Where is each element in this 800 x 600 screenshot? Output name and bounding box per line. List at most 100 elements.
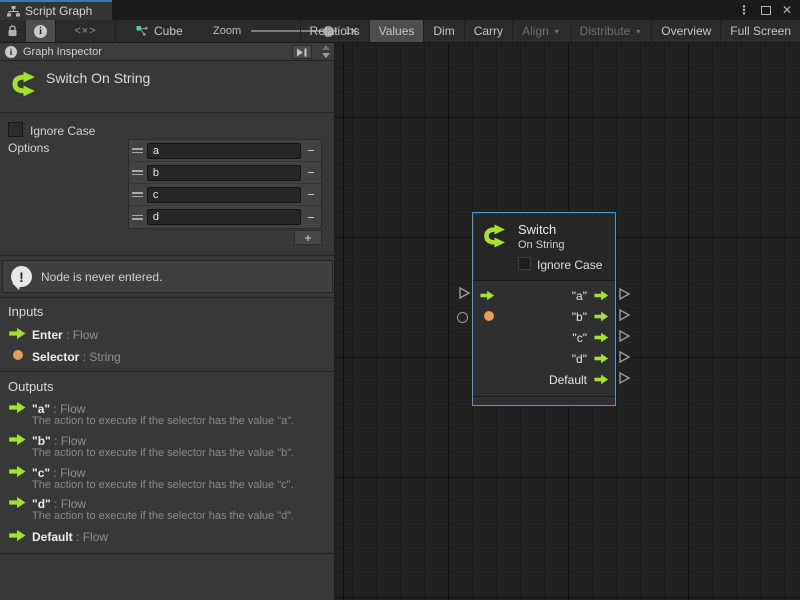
output-description: The action to execute if the selector ha…: [32, 510, 294, 522]
lock-button[interactable]: [0, 20, 26, 42]
output-description: The action to execute if the selector ha…: [32, 447, 294, 459]
node-ignore-case-label: Ignore Case: [537, 258, 602, 272]
graph-canvas[interactable]: Switch On String Ignore Case "a" "b" "c"…: [335, 43, 800, 600]
drag-handle-icon[interactable]: [129, 192, 147, 197]
flow-port-icon[interactable]: [593, 353, 610, 364]
carry-button[interactable]: Carry: [464, 20, 512, 42]
switch-icon: [8, 69, 38, 99]
flow-port-icon: [8, 327, 27, 340]
window-controls: ⋮ ✕: [738, 0, 792, 20]
info-icon: i: [34, 25, 47, 38]
values-button[interactable]: Values: [369, 20, 424, 42]
fullscreen-button[interactable]: Full Screen: [720, 20, 800, 42]
node-header[interactable]: Switch On String Ignore Case: [473, 213, 615, 281]
tab-script-graph[interactable]: Script Graph: [0, 0, 112, 20]
node-subtitle: On String: [518, 239, 564, 251]
external-flow-port-icon[interactable]: [618, 329, 631, 343]
breadcrumb-label: Cube: [154, 24, 183, 38]
window-maximize-icon[interactable]: [761, 6, 771, 15]
flow-port-icon: [8, 529, 27, 542]
port-label: "a": [572, 289, 587, 303]
dock-icon: [297, 48, 308, 57]
port-label: "c": [572, 331, 587, 345]
node-ports: "a" "b" "c" "d" Default: [473, 281, 615, 390]
option-field[interactable]: [147, 165, 301, 181]
divider: [0, 297, 334, 298]
divider: [0, 255, 334, 256]
window-menu-icon[interactable]: ⋮: [738, 3, 750, 17]
flow-port-icon: [8, 401, 27, 414]
external-flow-port-icon[interactable]: [618, 350, 631, 364]
list-item: −: [129, 206, 321, 228]
external-value-port-icon[interactable]: [457, 312, 468, 323]
option-field[interactable]: [147, 209, 301, 225]
flow-port-icon[interactable]: [593, 311, 610, 322]
chevron-down-icon: ▼: [553, 27, 561, 34]
flow-port-icon: [8, 433, 27, 446]
node-footer: [473, 396, 615, 405]
flow-port-icon[interactable]: [593, 332, 610, 343]
toolbar-right-group: Relations Values Dim Carry Align▼ Distri…: [300, 20, 800, 42]
flow-port-icon: [8, 496, 27, 509]
selector-value-port-icon[interactable]: [484, 311, 494, 321]
scroll-arrows: [322, 45, 330, 58]
graph-icon: [7, 6, 20, 17]
flow-port-icon[interactable]: [593, 374, 610, 385]
add-option-button[interactable]: +: [294, 230, 322, 245]
variables-button[interactable]: <×>: [56, 20, 116, 42]
window-close-icon[interactable]: ✕: [782, 3, 792, 17]
input-row: SelectorString: [32, 348, 121, 366]
warning-box: ! Node is never entered.: [2, 260, 333, 293]
output-description: The action to execute if the selector ha…: [32, 415, 294, 427]
remove-option-button[interactable]: −: [301, 210, 321, 225]
inspector-header-label: Graph Inspector: [23, 46, 102, 58]
remove-option-button[interactable]: −: [301, 165, 321, 180]
outputs-header: Outputs: [8, 379, 54, 394]
port-row: "d": [473, 348, 615, 369]
scroll-up-icon[interactable]: [322, 45, 330, 50]
ignore-case-checkbox[interactable]: [8, 122, 23, 137]
breadcrumb[interactable]: Cube: [136, 20, 183, 42]
external-flow-port-icon[interactable]: [618, 308, 631, 322]
scroll-down-icon[interactable]: [322, 53, 330, 58]
external-flow-port-icon[interactable]: [618, 287, 631, 301]
enter-flow-port-icon[interactable]: [479, 290, 496, 301]
switch-on-string-node[interactable]: Switch On String Ignore Case "a" "b" "c"…: [472, 212, 616, 406]
switch-icon: [480, 222, 508, 250]
distribute-dropdown[interactable]: Distribute▼: [570, 20, 652, 42]
string-port-icon: [13, 350, 23, 360]
relations-button[interactable]: Relations: [300, 20, 369, 42]
graph-toolbar: i <×> Cube Zoom 1x Relations Values Dim …: [0, 20, 800, 43]
dock-button[interactable]: [292, 45, 312, 59]
external-flow-port-icon[interactable]: [458, 286, 471, 300]
external-flow-port-icon[interactable]: [618, 371, 631, 385]
graph-node-icon: [136, 25, 148, 37]
divider: [0, 553, 334, 554]
inputs-header: Inputs: [8, 304, 43, 319]
align-dropdown[interactable]: Align▼: [512, 20, 570, 42]
option-field[interactable]: [147, 187, 301, 203]
info-icon: i: [5, 46, 17, 58]
drag-handle-icon[interactable]: [129, 215, 147, 220]
list-item: −: [129, 140, 321, 162]
flow-port-icon[interactable]: [593, 290, 610, 301]
overview-button[interactable]: Overview: [651, 20, 720, 42]
divider: [0, 112, 334, 113]
node-title: Switch: [518, 222, 556, 237]
options-list: − − − −: [128, 139, 322, 229]
port-label: "d": [572, 352, 587, 366]
remove-option-button[interactable]: −: [301, 143, 321, 158]
drag-handle-icon[interactable]: [129, 148, 147, 153]
input-row: EnterFlow: [32, 326, 98, 344]
lock-icon: [7, 25, 18, 37]
page-title: Switch On String: [46, 70, 150, 86]
tab-label: Script Graph: [25, 4, 92, 18]
warning-icon: !: [11, 266, 32, 287]
inspector-toggle-button[interactable]: i: [26, 20, 56, 42]
port-label: Default: [549, 373, 587, 387]
dim-button[interactable]: Dim: [423, 20, 463, 42]
remove-option-button[interactable]: −: [301, 187, 321, 202]
drag-handle-icon[interactable]: [129, 170, 147, 175]
option-field[interactable]: [147, 143, 301, 159]
node-ignore-case-checkbox[interactable]: [518, 257, 531, 270]
